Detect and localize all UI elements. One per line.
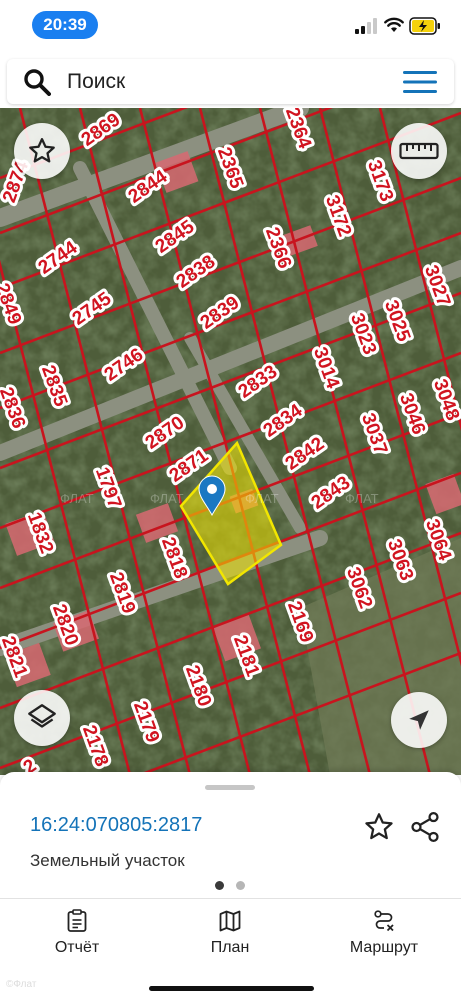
hamburger-menu-icon[interactable] [403, 70, 437, 94]
cellular-signal-icon [355, 18, 377, 34]
home-indicator[interactable] [149, 986, 314, 991]
my-location-button[interactable] [391, 692, 447, 748]
search-input[interactable] [67, 65, 387, 99]
svg-text:ФЛАТ: ФЛАТ [245, 491, 279, 506]
parcel-type: Земельный участок [30, 851, 185, 870]
battery-charging-icon [409, 17, 440, 35]
svg-text:ФЛАТ: ФЛАТ [150, 491, 184, 506]
bottom-tab-bar: Отчёт План Маршрут ©Флат [0, 898, 461, 1000]
star-outline-icon [29, 138, 55, 163]
parcel-info-sheet[interactable]: 16:24:070805:2817 Земельный участок [0, 772, 461, 898]
tab-plan[interactable]: План [170, 909, 290, 969]
tab-report-label: Отчёт [54, 939, 100, 956]
wifi-icon [384, 17, 404, 32]
star-outline-icon[interactable] [363, 811, 395, 843]
route-icon [374, 910, 394, 932]
status-time: 20:39 [32, 11, 98, 39]
tab-plan-label: План [210, 939, 250, 956]
svg-text:ФЛАТ: ФЛАТ [345, 491, 379, 506]
app-logo-watermark: ©Флат [6, 979, 37, 990]
search-icon[interactable] [23, 68, 51, 96]
tab-report[interactable]: Отчёт [17, 909, 137, 969]
layers-icon [28, 704, 56, 728]
layers-button[interactable] [14, 690, 70, 746]
status-bar: 20:39 [0, 0, 461, 54]
favorite-button[interactable] [14, 123, 70, 179]
ruler-icon [399, 142, 439, 160]
page-indicator-dot[interactable] [236, 881, 245, 890]
page-indicator-dot-active[interactable] [215, 881, 224, 890]
sheet-drag-handle[interactable] [205, 785, 255, 790]
tab-route[interactable]: Маршрут [324, 909, 444, 969]
cadastral-number[interactable]: 16:24:070805:2817 [30, 814, 202, 837]
share-icon[interactable] [408, 810, 442, 844]
svg-text:ФЛАТ: ФЛАТ [60, 491, 94, 506]
report-icon [67, 909, 87, 932]
map-plan-icon [219, 910, 241, 932]
map-canvas[interactable]: ФЛАТ ФЛАТ ФЛАТ ФЛАТ 2869287423642844 2365… [0, 108, 461, 775]
cadastral-map[interactable]: ФЛАТ ФЛАТ ФЛАТ ФЛАТ 2869 2874 2364 2844 2365… [0, 108, 461, 775]
tab-route-label: Маршрут [349, 939, 419, 956]
measure-button[interactable] [391, 123, 447, 179]
search-bar [7, 59, 454, 104]
navigation-arrow-icon [409, 710, 429, 730]
